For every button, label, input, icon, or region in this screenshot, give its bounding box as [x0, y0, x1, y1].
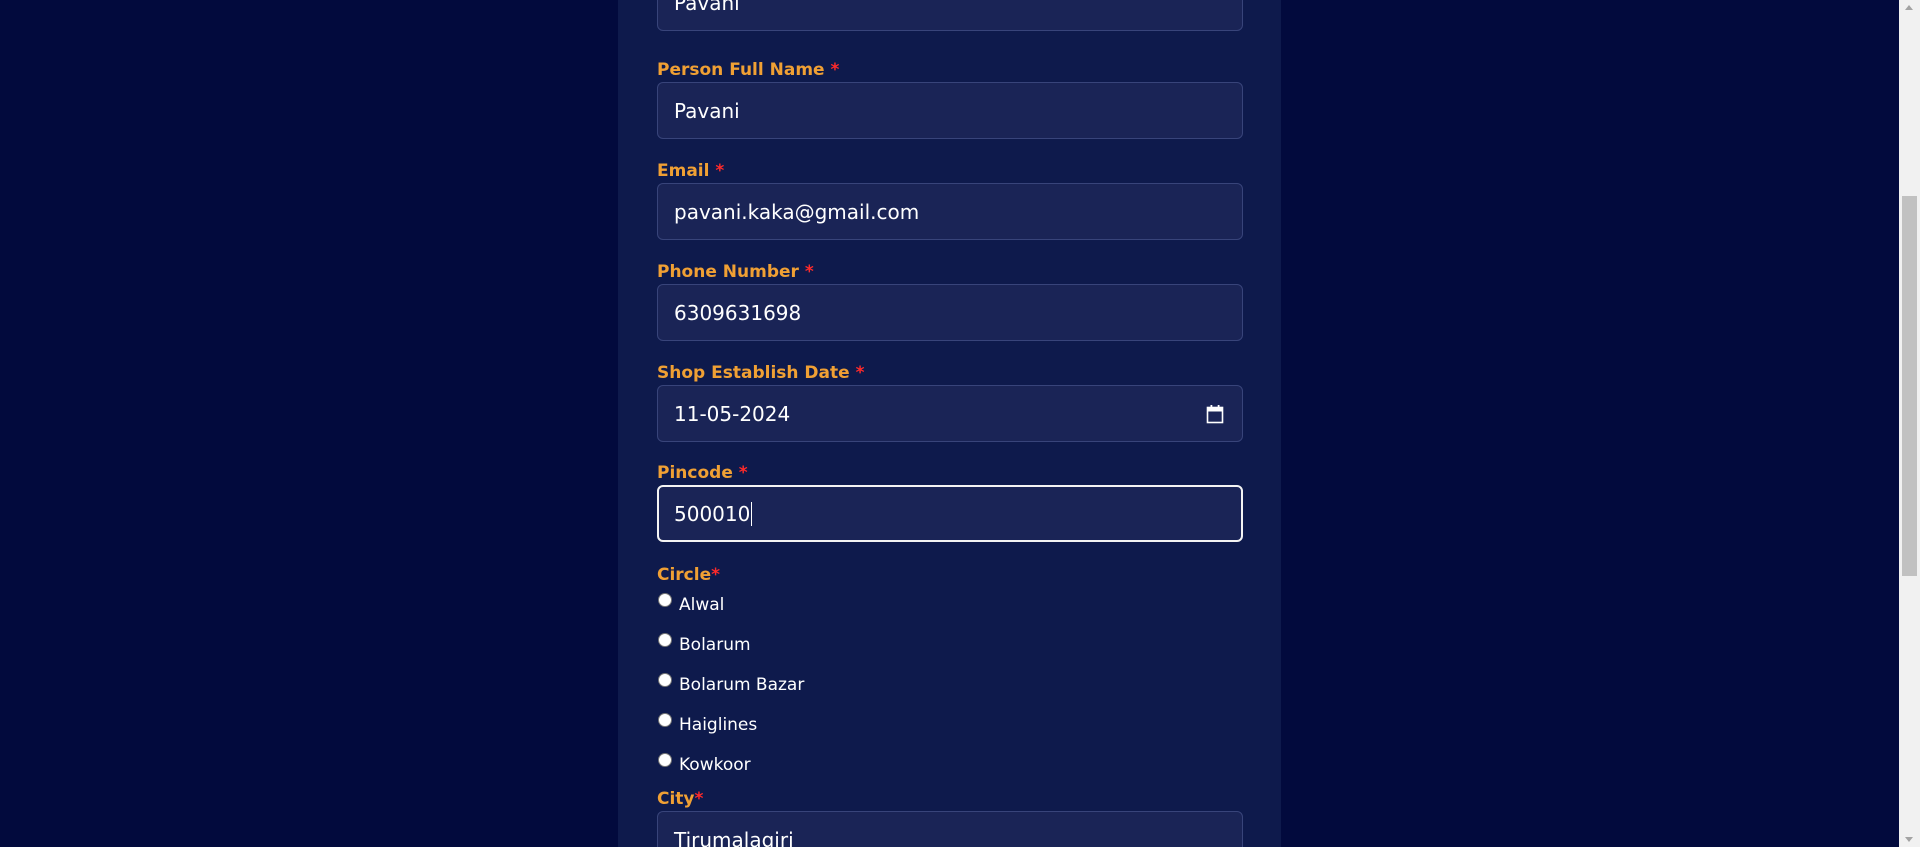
shop-establish-date-field: Shop Establish Date * 11-05-2024 [657, 361, 1243, 442]
circle-option-haiglines[interactable]: Haiglines [657, 703, 1243, 743]
required-asterisk: * [694, 789, 704, 809]
circle-option-alwal[interactable]: Alwal [657, 583, 1243, 623]
scroll-down-arrow-icon[interactable] [1905, 837, 1913, 842]
phone-number-value: 6309631698 [674, 300, 802, 325]
person-full-name-value: Pavani [674, 98, 740, 123]
pincode-value: 500010 [674, 501, 751, 526]
circle-option-kowkoor[interactable]: Kowkoor [657, 743, 1243, 783]
pincode-label: Pincode * [657, 463, 748, 483]
email-input[interactable]: pavani.kaka@gmail.com [657, 183, 1243, 240]
shop-establish-date-label: Shop Establish Date * [657, 363, 865, 383]
required-asterisk: * [715, 161, 725, 181]
circle-field: Circle* Alwal Bolarum Bolarum Bazar Haig… [657, 563, 1243, 783]
email-field: Email * pavani.kaka@gmail.com [657, 159, 1243, 240]
person-full-name-label: Person Full Name * [657, 60, 840, 80]
shop-name-input[interactable]: Pavani [657, 0, 1243, 31]
circle-option-label: Kowkoor [679, 755, 751, 775]
radio-button[interactable] [658, 713, 672, 727]
shop-establish-date-input[interactable]: 11-05-2024 [657, 385, 1243, 442]
circle-option-label: Haiglines [679, 715, 758, 735]
radio-button[interactable] [658, 633, 672, 647]
vertical-scrollbar[interactable] [1899, 0, 1920, 847]
radio-button[interactable] [658, 753, 672, 767]
pincode-input[interactable]: 500010 [657, 485, 1243, 542]
required-asterisk: * [738, 463, 748, 483]
circle-option-bolarum[interactable]: Bolarum [657, 623, 1243, 663]
person-full-name-input[interactable]: Pavani [657, 82, 1243, 139]
city-input[interactable]: Tirumalagiri [657, 811, 1243, 847]
circle-option-bolarum-bazar[interactable]: Bolarum Bazar [657, 663, 1243, 703]
shop-registration-form: Pavani Person Full Name * Pavani Email *… [618, 0, 1281, 847]
person-full-name-field: Person Full Name * Pavani [657, 58, 1243, 139]
circle-option-label: Bolarum [679, 635, 751, 655]
phone-number-input[interactable]: 6309631698 [657, 284, 1243, 341]
email-label: Email * [657, 161, 725, 181]
text-caret [751, 501, 753, 526]
circle-option-label: Bolarum Bazar [679, 675, 805, 695]
phone-number-field: Phone Number * 6309631698 [657, 260, 1243, 341]
calendar-icon[interactable] [1206, 404, 1224, 424]
shop-establish-date-value: 11-05-2024 [674, 401, 791, 426]
required-asterisk: * [855, 363, 865, 383]
pincode-field: Pincode * 500010 [657, 461, 1243, 542]
required-asterisk: * [711, 565, 721, 585]
scroll-up-arrow-icon[interactable] [1905, 5, 1913, 10]
required-asterisk: * [830, 60, 840, 80]
page: Pavani Person Full Name * Pavani Email *… [0, 0, 1920, 847]
radio-button[interactable] [658, 593, 672, 607]
circle-radio-group: Alwal Bolarum Bolarum Bazar Haiglines Ko… [657, 583, 1243, 783]
radio-button[interactable] [658, 673, 672, 687]
city-value: Tirumalagiri [674, 827, 794, 847]
shop-name-value: Pavani [674, 0, 740, 15]
scrollbar-thumb[interactable] [1902, 196, 1917, 576]
city-label: City* [657, 789, 704, 809]
circle-option-label: Alwal [679, 595, 725, 615]
email-value: pavani.kaka@gmail.com [674, 199, 920, 224]
required-asterisk: * [804, 262, 814, 282]
shop-name-field: Pavani [657, 0, 1243, 31]
phone-number-label: Phone Number * [657, 262, 814, 282]
city-field: City* Tirumalagiri [657, 787, 1243, 847]
